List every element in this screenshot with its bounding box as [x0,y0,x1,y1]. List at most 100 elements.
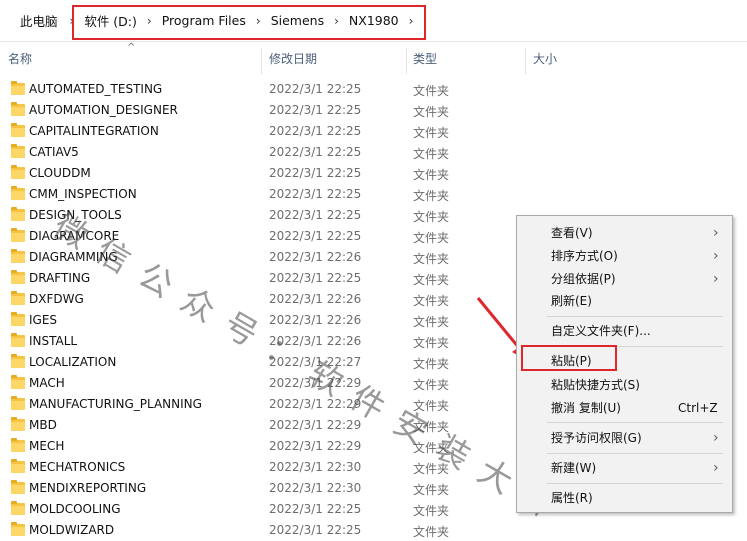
menu-item-paste-shortcut[interactable]: 粘贴快捷方式(S) [517,374,732,396]
folder-icon [11,186,25,200]
column-header-row: ^ 名称 修改日期 类型 大小 [0,42,747,74]
file-name: MECHATRONICS [29,460,126,474]
menu-item-label: 刷新(E) [551,294,592,308]
file-name: AUTOMATED_TESTING [29,82,163,96]
folder-icon [11,354,25,368]
file-type: 文件夹 [413,378,450,392]
chevron-right-icon: › [713,248,719,264]
breadcrumb-drive-d[interactable]: 软件 (D:) [80,11,141,30]
menu-item-sort-by[interactable]: 排序方式(O) › [517,245,732,267]
file-type: 文件夹 [413,357,450,371]
breadcrumb-this-pc[interactable]: 此电脑 [16,11,62,30]
folder-icon [11,270,25,284]
file-type: 文件夹 [413,252,450,266]
file-row[interactable]: AUTOMATION_DESIGNER 2022/3/1 22:25 文件夹 [0,100,747,121]
menu-item-undo-copy[interactable]: 撤消 复制(U) Ctrl+Z [517,397,732,419]
menu-item-give-access[interactable]: 授予访问权限(G) › [517,427,732,449]
file-date: 2022/3/1 22:25 [269,187,362,201]
file-name: DIAGRAMMING [29,250,118,264]
file-name: DESIGN_TOOLS [29,208,122,222]
file-row[interactable]: CATIAV5 2022/3/1 22:25 文件夹 [0,142,747,163]
file-type: 文件夹 [413,168,450,182]
file-date: 2022/3/1 22:25 [269,82,362,96]
folder-icon [11,144,25,158]
file-type: 文件夹 [413,399,450,413]
chevron-right-icon[interactable]: › [250,14,267,28]
menu-item-label: 撤消 复制(U) [551,401,621,415]
menu-item-label: 排序方式(O) [551,249,618,263]
folder-icon [11,291,25,305]
file-type: 文件夹 [413,231,450,245]
file-date: 2022/3/1 22:29 [269,439,362,453]
file-name: MOLDWIZARD [29,523,115,537]
folder-icon [11,165,25,179]
file-row[interactable]: AUTOMATED_TESTING 2022/3/1 22:25 文件夹 [0,79,747,100]
file-date: 2022/3/1 22:25 [269,166,362,180]
menu-item-paste[interactable]: 粘贴(P) [517,350,732,372]
file-row[interactable]: CLOUDDM 2022/3/1 22:25 文件夹 [0,163,747,184]
folder-icon [11,228,25,242]
file-date: 2022/3/1 22:25 [269,103,362,117]
menu-item-properties[interactable]: 属性(R) [517,487,732,509]
file-name: DXFDWG [29,292,84,306]
breadcrumb-siemens[interactable]: Siemens [267,13,328,28]
file-row[interactable]: CAPITALINTEGRATION 2022/3/1 22:25 文件夹 [0,121,747,142]
menu-item-label: 分组依据(P) [551,272,616,286]
folder-icon [11,375,25,389]
folder-icon [11,480,25,494]
chevron-right-icon[interactable]: › [141,14,158,28]
chevron-right-icon: › [713,271,719,287]
chevron-right-icon: › [713,460,719,476]
menu-item-label: 新建(W) [551,461,597,475]
file-type: 文件夹 [413,504,450,518]
menu-item-view[interactable]: 查看(V) › [517,222,732,244]
file-name: CLOUDDM [29,166,91,180]
menu-separator [547,422,723,423]
folder-icon [11,396,25,410]
address-bar[interactable]: 此电脑 › 软件 (D:) › Program Files › Siemens … [0,0,747,42]
column-divider[interactable] [406,48,407,74]
breadcrumb-program-files[interactable]: Program Files [158,13,250,28]
chevron-right-icon[interactable]: › [64,14,81,28]
column-divider[interactable] [525,48,526,74]
menu-item-label: 授予访问权限(G) [551,431,642,445]
column-header-type[interactable]: 类型 [413,44,437,74]
column-divider[interactable] [261,48,262,74]
file-row[interactable]: CMM_INSPECTION 2022/3/1 22:25 文件夹 [0,184,747,205]
file-date: 2022/3/1 22:25 [269,502,362,516]
file-date: 2022/3/1 22:26 [269,250,362,264]
file-date: 2022/3/1 22:25 [269,208,362,222]
file-date: 2022/3/1 22:25 [269,124,362,138]
file-date: 2022/3/1 22:25 [269,523,362,537]
folder-icon [11,207,25,221]
file-name: INSTALL [29,334,78,348]
column-header-size[interactable]: 大小 [533,44,557,74]
menu-separator [547,316,723,317]
column-header-date[interactable]: 修改日期 [269,44,317,74]
menu-separator [547,346,723,347]
column-header-name[interactable]: 名称 [8,44,32,74]
file-date: 2022/3/1 22:30 [269,460,362,474]
menu-item-label: 粘贴快捷方式(S) [551,378,640,392]
file-date: 2022/3/1 22:26 [269,313,362,327]
menu-item-group-by[interactable]: 分组依据(P) › [517,268,732,290]
file-name: CAPITALINTEGRATION [29,124,159,138]
chevron-right-icon[interactable]: › [328,14,345,28]
file-type: 文件夹 [413,525,450,539]
file-type: 文件夹 [413,420,450,434]
folder-icon [11,501,25,515]
file-name: MOLDCOOLING [29,502,121,516]
menu-item-refresh[interactable]: 刷新(E) [517,290,732,312]
file-type: 文件夹 [413,462,450,476]
menu-item-label: 粘贴(P) [551,354,592,368]
file-type: 文件夹 [413,147,450,161]
menu-item-customize-folder[interactable]: 自定义文件夹(F)... [517,320,732,342]
breadcrumb-nx1980[interactable]: NX1980 [345,13,403,28]
sort-up-icon: ^ [127,42,136,53]
menu-item-label: 自定义文件夹(F)... [551,324,651,338]
chevron-right-icon[interactable]: › [403,14,420,28]
menu-item-new[interactable]: 新建(W) › [517,457,732,479]
file-name: MANUFACTURING_PLANNING [29,397,202,411]
file-type: 文件夹 [413,105,450,119]
file-type: 文件夹 [413,210,450,224]
